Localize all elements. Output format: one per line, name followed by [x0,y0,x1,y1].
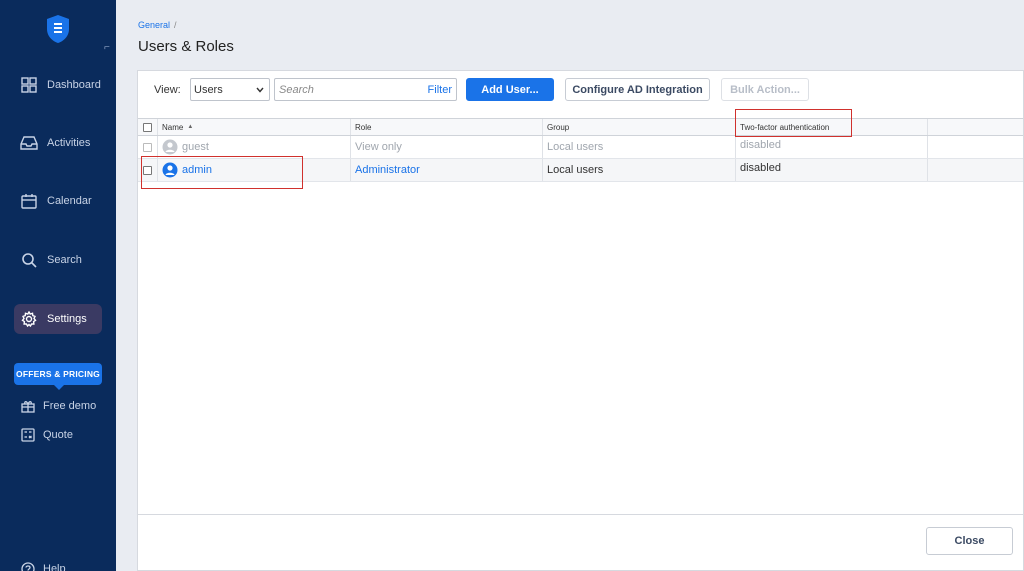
breadcrumb-general-link[interactable]: General [138,20,170,30]
user-group: Local users [543,159,736,181]
view-select-value: Users [194,83,223,96]
sidebar: ⌐ Dashboard Activities Calendar Search S… [0,0,116,571]
help-label: Help [43,563,66,571]
collapse-handle-icon[interactable]: ⌐ [104,43,110,53]
row-checkbox [143,142,152,152]
close-button[interactable]: Close [926,527,1013,555]
user-name-cell: guest [158,136,351,158]
sidebar-item-label: Settings [47,313,87,325]
view-select[interactable]: Users [190,78,270,101]
user-name-link[interactable]: admin [182,164,212,176]
free-demo-link[interactable]: Free demo [20,397,96,415]
user-role: View only [351,136,543,158]
column-header-two-factor[interactable]: Two-factor authentication [736,119,928,135]
empty-cell [928,136,1023,158]
breadcrumb-separator: / [174,20,177,30]
filter-link[interactable]: Filter [428,84,452,96]
quote-link[interactable]: Quote [20,426,73,444]
user-name-cell: admin [158,159,351,181]
column-header-label: Role [355,122,372,132]
calendar-icon [20,192,38,210]
sidebar-item-label: Dashboard [47,79,101,91]
user-two-factor-cell: disabled [736,159,928,181]
search-icon [20,251,38,269]
sort-ascending-icon: ▲ [187,124,194,130]
breadcrumb: General / [138,20,177,30]
user-two-factor-status: disabled [740,162,781,174]
free-demo-label: Free demo [43,400,97,412]
user-role-link[interactable]: Administrator [355,164,420,176]
table-row[interactable]: admin Administrator Local users disabled [138,159,1023,182]
sidebar-item-label: Activities [47,137,91,149]
table-header-row: Name ▲ Role Group Two-factor authenticati… [138,119,1023,136]
search-input[interactable] [279,83,419,96]
page-title: Users & Roles [138,38,234,55]
app-logo-icon[interactable] [46,14,70,44]
bulk-action-button: Bulk Action... [721,78,809,101]
empty-cell [928,159,1023,181]
footer-divider [138,514,1023,515]
row-checkbox-cell [138,159,158,181]
add-user-button[interactable]: Add User... [466,78,554,101]
user-two-factor-cell: disabled [736,136,928,158]
offers-pricing-badge[interactable]: OFFERS & PRICING [14,363,102,390]
user-avatar-icon [162,139,178,155]
row-checkbox[interactable] [143,165,152,175]
sidebar-item-calendar[interactable]: Calendar [14,186,102,216]
search-box: Filter [274,78,457,101]
chevron-down-icon [256,84,264,96]
select-all-checkbox[interactable] [143,122,152,132]
table-row[interactable]: guest View only Local users disabled [138,136,1023,159]
configure-ad-integration-button[interactable]: Configure AD Integration [565,78,710,101]
help-icon [20,561,36,571]
user-role-cell: Administrator [351,159,543,181]
column-header-name[interactable]: Name ▲ [158,119,351,135]
column-header-group[interactable]: Group [543,119,736,135]
view-label: View: [154,84,181,96]
row-checkbox-cell [138,136,158,158]
column-header-label: Name [162,122,184,132]
sidebar-item-activities[interactable]: Activities [14,128,102,158]
sidebar-item-dashboard[interactable]: Dashboard [14,70,102,100]
users-roles-panel: View: Users Filter Add User... Configure… [137,70,1024,571]
gift-icon [20,398,36,414]
column-header-role[interactable]: Role [351,119,543,135]
user-avatar-icon [162,162,178,178]
calculator-icon [20,427,36,443]
inbox-icon [20,134,38,152]
sidebar-item-settings[interactable]: Settings [14,304,102,334]
column-header-label: Two-factor authentication [740,122,830,132]
gear-icon [20,310,38,328]
help-link[interactable]: Help [20,560,66,571]
user-two-factor-status: disabled [740,139,781,151]
user-name: guest [182,141,209,153]
users-table: Name ▲ Role Group Two-factor authenticati… [138,118,1023,182]
sidebar-item-label: Search [47,254,82,266]
sidebar-item-search[interactable]: Search [14,245,102,275]
select-all-cell [138,119,158,135]
grid-icon [20,76,38,94]
column-header-empty [928,119,1023,135]
column-header-label: Group [547,122,570,132]
sidebar-item-label: Calendar [47,195,92,207]
user-group: Local users [543,136,736,158]
quote-label: Quote [43,429,73,441]
